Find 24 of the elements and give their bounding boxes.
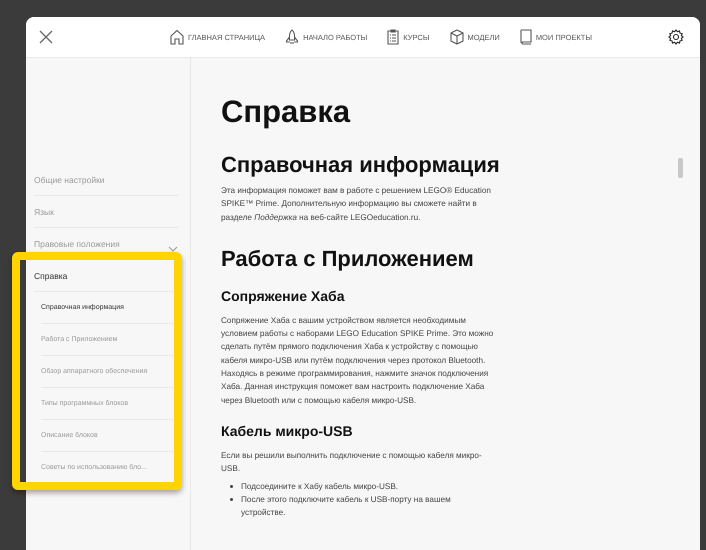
clipboard-icon [387,29,400,45]
bullet-icon [230,484,233,488]
list-item: После этого подключите кабель к USB-порту на вашем устройстве. [230,492,496,520]
page-title: Справка [221,94,352,130]
section-heading: Работа с Приложением [221,246,475,272]
sidebar-item[interactable]: Правовые положения [34,228,178,260]
rocket-icon [285,29,300,45]
bullet-icon [230,498,233,501]
paragraph: Сопряжение Хаба с вашим устройством является необходимым условием работы с наборами LEGO Education SPIKE Prime. Это можно сделать путём прямого подключения Хаба к устройству с помощью кабеля микро-USB или путём подключения через протокол Bluetooth. Находясь в режиме программирования, нажмите значок подключения Хаба. Данная инструкция поможет вам настроить подключение Хаба через Bluetooth или с помощью кабеля микро-USB. [221,314,494,407]
chevron-down-icon [168,246,178,252]
paragraph: Если вы решили выполнить подключение с помощью кабеля микро-USB. [221,450,483,476]
scrollbar-thumb[interactable] [678,158,683,178]
settings-icon[interactable] [666,27,686,47]
list-item: Подсоедините к Хабу кабель микро-USB. [230,480,496,493]
section-heading: Справочная информация [221,152,496,178]
house-icon [170,29,184,45]
sidebar-item[interactable]: Общие настройки [34,164,178,196]
subsection-heading: Сопряжение Хаба [221,288,346,304]
subsection-heading: Кабель микро-USB [221,422,354,439]
sidebar-item[interactable]: Справка [34,260,178,292]
paragraph: Эта информация поможет вам в работе с решением LEGO® Education SPIKE™ Prime. Дополнительную информацию вы сможете найти в разделе Поддержка на веб-сайте LEGOeducation.ru. [221,185,492,224]
book-icon [520,29,532,45]
cube-icon [450,29,464,45]
sidebar-item[interactable]: Язык [34,196,178,228]
